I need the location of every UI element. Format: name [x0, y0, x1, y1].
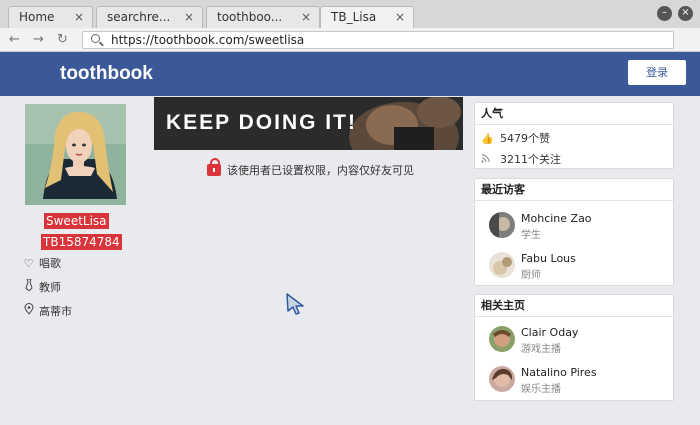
banner-text: KEEP DOING IT! [166, 111, 357, 134]
likes-count: 5479个赞 [500, 132, 550, 145]
visitor-role: 厨师 [521, 270, 541, 281]
popularity-title: 人气 [475, 103, 673, 125]
tab-search-results[interactable]: searchre... × [96, 6, 203, 28]
mouse-cursor-icon [286, 293, 306, 318]
location-pin-icon [22, 303, 35, 318]
tab-label: toothboo... [217, 10, 283, 24]
related-page-role: 娱乐主播 [521, 384, 561, 395]
avatar [489, 212, 515, 238]
cover-banner: KEEP DOING IT! [154, 97, 463, 150]
forward-arrow-icon[interactable]: → [33, 32, 44, 47]
avatar [489, 252, 515, 278]
followers-row: 3211个关注 [481, 151, 561, 167]
related-page-name[interactable]: Natalino Pires [521, 366, 597, 379]
related-page-name[interactable]: Clair Oday [521, 326, 578, 339]
thumbs-up-icon: 👍 [481, 134, 494, 145]
tab-label: TB_Lisa [331, 10, 377, 24]
profile-location: 高蒂市 [39, 305, 72, 318]
profile-hobby: 唱歌 [39, 257, 61, 270]
profile-occupation-row: 教师 [22, 278, 61, 295]
rss-icon [481, 154, 493, 166]
visitor-name[interactable]: Fabu Lous [521, 252, 576, 265]
close-window-icon[interactable]: × [678, 6, 693, 21]
minimize-window-icon[interactable]: – [657, 6, 672, 21]
profile-location-row: 高蒂市 [22, 303, 72, 319]
related-pages-panel: 相关主页 Clair Oday 游戏主播 Natalino Pires 娱乐主播 [474, 294, 674, 401]
profile-occupation: 教师 [39, 281, 61, 294]
visitor-role: 学生 [521, 230, 541, 241]
popularity-panel: 人气 👍 5479个赞 3211个关注 [474, 102, 674, 169]
browser-tab-bar: Home × searchre... × toothboo... × TB_Li… [0, 0, 700, 29]
reload-icon[interactable]: ↻ [57, 32, 68, 47]
close-tab-icon[interactable]: × [301, 10, 311, 24]
site-logo[interactable]: toothbook [60, 63, 153, 85]
followers-count: 3211个关注 [500, 153, 561, 166]
close-tab-icon[interactable]: × [74, 10, 84, 24]
url-text: https://toothbook.com/sweetlisa [111, 33, 305, 47]
url-field[interactable]: https://toothbook.com/sweetlisa [82, 31, 674, 49]
privacy-notice-text: 该使用者已设置权限，内容仅好友可见 [227, 164, 414, 177]
tab-label: Home [19, 10, 55, 24]
profile-avatar [25, 104, 126, 205]
address-bar: ← → ↻ https://toothbook.com/sweetlisa [0, 28, 700, 52]
avatar [489, 366, 515, 392]
related-page-role: 游戏主播 [521, 344, 561, 355]
site-header: toothbook 登录 [0, 52, 700, 96]
tab-tb-lisa[interactable]: TB_Lisa × [320, 6, 414, 29]
recent-visitors-title: 最近访客 [475, 179, 673, 201]
tab-home[interactable]: Home × [8, 6, 93, 28]
profile-user-id: TB15874784 [41, 234, 122, 250]
back-arrow-icon[interactable]: ← [9, 32, 20, 47]
tab-toothbook[interactable]: toothboo... × [206, 6, 320, 28]
tie-icon [22, 278, 35, 294]
visitor-name[interactable]: Mohcine Zao [521, 212, 592, 225]
recent-visitors-panel: 最近访客 Mohcine Zao 学生 Fabu Lous 厨师 [474, 178, 674, 286]
lock-icon [207, 158, 221, 176]
likes-row: 👍 5479个赞 [481, 130, 550, 146]
close-tab-icon[interactable]: × [395, 10, 405, 24]
privacy-notice: 该使用者已设置权限，内容仅好友可见 [207, 158, 414, 178]
avatar [489, 326, 515, 352]
profile-username: SweetLisa [44, 213, 109, 229]
tab-label: searchre... [107, 10, 171, 24]
related-pages-title: 相关主页 [475, 295, 673, 317]
close-tab-icon[interactable]: × [184, 10, 194, 24]
login-button[interactable]: 登录 [628, 60, 686, 85]
heart-icon: ♡ [23, 257, 34, 270]
profile-hobby-row: ♡ 唱歌 [22, 255, 61, 271]
search-icon [91, 34, 100, 43]
